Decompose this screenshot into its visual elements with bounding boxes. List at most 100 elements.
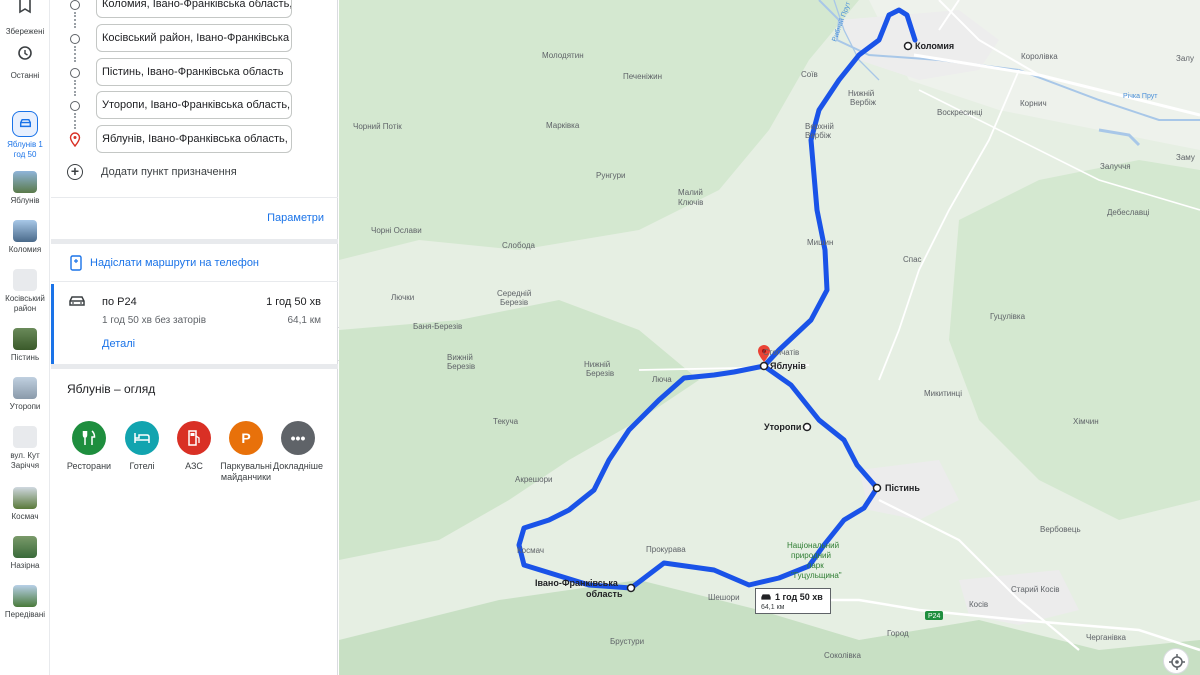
town-label: Вербовець xyxy=(1040,525,1081,534)
recent-place-yabluniv[interactable]: Яблунів xyxy=(0,171,50,206)
park-label: Національний xyxy=(787,541,839,550)
recent-place-label: вул. Кут Заріччя xyxy=(10,451,40,470)
waypoint-label: Яблунів xyxy=(770,361,806,371)
waypoint-marker[interactable] xyxy=(872,483,882,493)
recent-place-label: Космач xyxy=(11,512,39,521)
place-thumbnail xyxy=(13,328,37,350)
town-label: Залу xyxy=(1176,54,1194,63)
destination-input[interactable]: Яблунів, Івано-Франківська область, 78 xyxy=(96,125,292,153)
town-label: Дебеславці xyxy=(1107,208,1150,217)
route-via: по Р24 xyxy=(102,296,137,308)
town-label: Березів xyxy=(500,298,528,307)
town-label: Заму xyxy=(1176,153,1195,162)
waypoint-marker[interactable] xyxy=(802,422,812,432)
category-label: Паркувальні майданчики xyxy=(220,461,272,482)
saved-button[interactable]: Збережені xyxy=(0,0,50,37)
map-svg: P24 Коломия Яблунів Уторопи Пістинь Іван… xyxy=(339,0,1200,675)
history-icon xyxy=(18,46,32,60)
park-label: природний xyxy=(791,551,831,560)
waypoint-row: Яблунів, Івано-Франківська область, 78 xyxy=(51,123,338,157)
town-label: Королівка xyxy=(1021,52,1058,61)
town-label: Спас xyxy=(903,255,922,264)
divider xyxy=(51,364,338,369)
waypoint-input[interactable]: Пістинь, Івано-Франківська область xyxy=(96,58,292,86)
town-label: Чорний Потік xyxy=(353,122,402,131)
car-icon xyxy=(19,118,31,128)
car-icon xyxy=(761,594,771,600)
send-to-phone-button[interactable]: Надіслати маршрути на телефон xyxy=(67,254,327,274)
category-parking[interactable]: P Паркувальні майданчики xyxy=(216,421,276,483)
active-route-label: Яблунів 1 год 50 xyxy=(7,140,43,159)
town-label: Вижній xyxy=(447,353,473,362)
recent-place-label: Уторопи xyxy=(9,402,41,411)
town-label: Лючки xyxy=(391,293,414,302)
divider xyxy=(51,239,338,244)
category-label: АЗС xyxy=(185,461,203,471)
waypoint-marker[interactable] xyxy=(626,583,636,593)
recent-place-kosiv-district[interactable]: Косівський район xyxy=(0,269,50,314)
waypoint-circle-icon xyxy=(70,68,80,78)
town-label: Рунгури xyxy=(596,171,626,180)
town-label: Малий xyxy=(678,188,703,197)
divider xyxy=(51,281,338,282)
bookmark-icon xyxy=(19,0,31,14)
place-thumbnail xyxy=(13,536,37,558)
route-details-link[interactable]: Деталі xyxy=(102,338,135,350)
route-option-card[interactable]: по Р24 1 год 50 хв 1 год 50 хв без затор… xyxy=(51,284,338,364)
town-label: Слобода xyxy=(502,241,536,250)
town-label: Гуцулівка xyxy=(990,312,1026,321)
more-icon: ••• xyxy=(281,421,315,455)
waypoint-input[interactable]: Коломия, Івано-Франківська область, 7 xyxy=(96,0,292,18)
town-label: Воскресинці xyxy=(937,108,983,117)
waypoint-marker[interactable] xyxy=(759,361,769,371)
town-label: Середній xyxy=(497,289,531,298)
recent-place-kut-zarichchia[interactable]: вул. Кут Заріччя xyxy=(0,426,50,471)
recent-place-label: Косівський район xyxy=(5,294,45,313)
my-location-button[interactable] xyxy=(1163,648,1189,674)
waypoint-row: Коломия, Івано-Франківська область, 7 xyxy=(51,0,338,22)
directions-panel: Коломия, Івано-Франківська область, 7 Ко… xyxy=(51,0,338,675)
recent-label: Останні xyxy=(10,71,40,80)
category-label: Готелі xyxy=(129,461,155,471)
category-label: Ресторани xyxy=(66,461,112,471)
waypoint-marker[interactable] xyxy=(903,41,913,51)
category-hotels[interactable]: Готелі xyxy=(112,421,172,472)
waypoint-row: Уторопи, Івано-Франківська область, 7 xyxy=(51,89,338,123)
category-gas-stations[interactable]: АЗС xyxy=(164,421,224,472)
send-to-phone-icon xyxy=(70,255,82,271)
recent-place-peredivani[interactable]: Передівані xyxy=(0,585,50,620)
waypoint-label: Пістинь xyxy=(885,483,920,493)
category-restaurants[interactable]: Ресторани xyxy=(59,421,119,472)
waypoint-label: область xyxy=(586,589,623,599)
recent-place-pistyn[interactable]: Пістинь xyxy=(0,328,50,363)
town-label: Марківка xyxy=(546,121,580,130)
waypoint-input[interactable]: Косівський район, Івано-Франківська о xyxy=(96,24,292,52)
route-callout[interactable]: 1 год 50 хв 64,1 км xyxy=(755,588,831,614)
category-more[interactable]: ••• Докладніше xyxy=(268,421,328,472)
recent-place-label: Пістинь xyxy=(10,353,40,362)
town-label: Город xyxy=(887,629,909,638)
recent-place-kolomyia[interactable]: Коломия xyxy=(0,220,50,255)
building-icon xyxy=(13,426,37,448)
park-label: "Гуцульщина" xyxy=(791,571,842,580)
recent-place-nazirna[interactable]: Назірна xyxy=(0,536,50,571)
saved-label: Збережені xyxy=(5,27,45,36)
place-thumbnail xyxy=(13,487,37,509)
recent-place-utoropy[interactable]: Уторопи xyxy=(0,377,50,412)
town-label: Брустури xyxy=(610,637,644,646)
recent-button[interactable]: Останні xyxy=(0,44,50,81)
recent-place-kosmach[interactable]: Космач xyxy=(0,487,50,522)
waypoint-row: Пістинь, Івано-Франківська область xyxy=(51,56,338,90)
options-link[interactable]: Параметри xyxy=(267,212,324,224)
town-label: Соїв xyxy=(801,70,818,79)
town-label: Шешори xyxy=(708,593,740,602)
town-label: Хімчин xyxy=(1073,417,1099,426)
map-canvas[interactable]: P24 Коломия Яблунів Уторопи Пістинь Іван… xyxy=(339,0,1200,675)
town-label: Черганівка xyxy=(1086,633,1127,642)
river-label: Річка Прут xyxy=(1123,92,1158,100)
divider xyxy=(51,197,338,198)
active-route-button[interactable]: Яблунів 1 год 50 xyxy=(0,111,50,160)
waypoint-input[interactable]: Уторопи, Івано-Франківська область, 7 xyxy=(96,91,292,119)
town-label: Корнич xyxy=(1020,99,1047,108)
town-label: Залуччя xyxy=(1100,162,1131,171)
